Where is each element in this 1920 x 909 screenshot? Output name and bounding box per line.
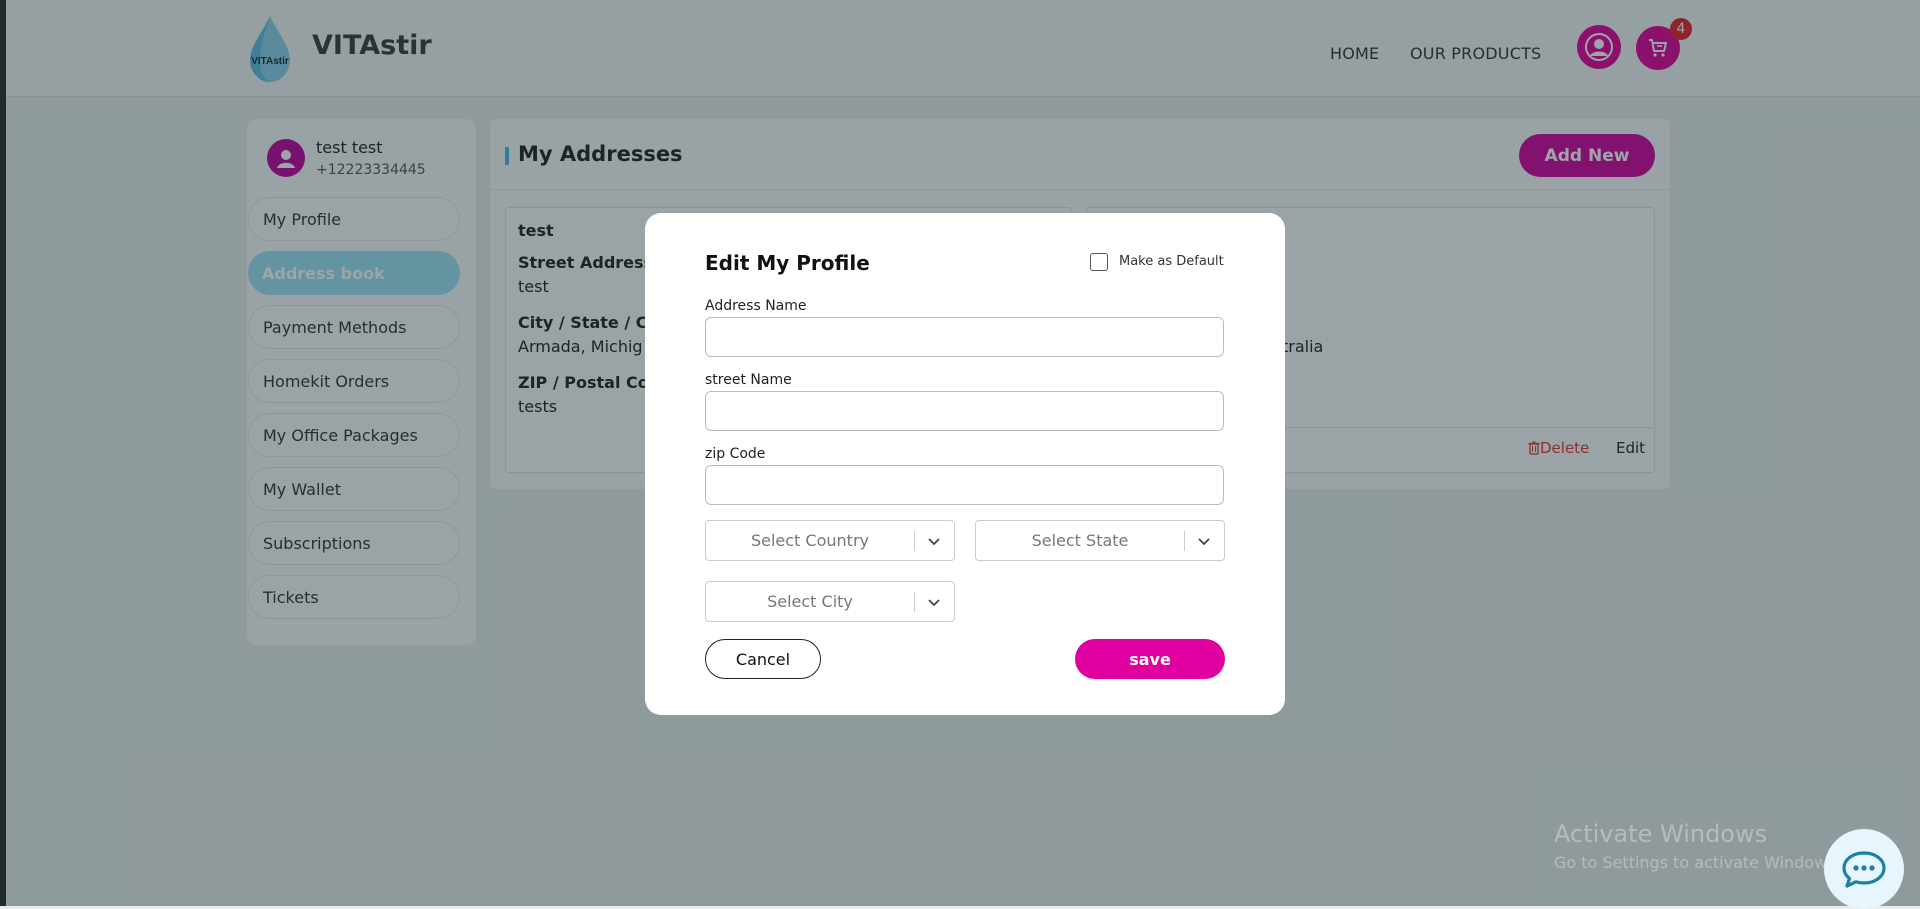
activation-watermark-subtitle: Go to Settings to activate Windows. bbox=[1554, 853, 1841, 872]
street-name-field[interactable] bbox=[705, 391, 1224, 431]
chevron-down-icon bbox=[1198, 538, 1210, 546]
make-default-checkbox[interactable] bbox=[1090, 253, 1108, 271]
zip-code-field[interactable] bbox=[705, 465, 1224, 505]
edit-address-dialog: Edit My Profile Make as Default Address … bbox=[645, 213, 1285, 715]
country-select[interactable]: Select Country bbox=[705, 520, 955, 561]
address-name-label: Address Name bbox=[705, 298, 807, 314]
chevron-down-icon bbox=[928, 538, 940, 546]
chat-bubble-icon bbox=[1842, 851, 1886, 888]
city-select[interactable]: Select City bbox=[705, 581, 955, 622]
activation-watermark-title: Activate Windows bbox=[1554, 820, 1768, 848]
make-default-label: Make as Default bbox=[1119, 254, 1224, 269]
select-separator bbox=[914, 592, 915, 612]
address-name-field[interactable] bbox=[705, 317, 1224, 357]
country-select-placeholder: Select Country bbox=[750, 531, 869, 550]
select-separator bbox=[1184, 531, 1185, 551]
save-button[interactable]: save bbox=[1075, 639, 1225, 679]
state-select-placeholder: Select State bbox=[1031, 531, 1129, 550]
street-name-label: street Name bbox=[705, 372, 792, 388]
state-select[interactable]: Select State bbox=[975, 520, 1225, 561]
cancel-button[interactable]: Cancel bbox=[705, 639, 821, 679]
chevron-down-icon bbox=[928, 599, 940, 607]
dialog-title: Edit My Profile bbox=[705, 251, 870, 275]
chat-support-button[interactable] bbox=[1824, 829, 1904, 909]
select-separator bbox=[914, 531, 915, 551]
city-select-placeholder: Select City bbox=[767, 592, 853, 611]
zip-code-label: zip Code bbox=[705, 446, 766, 462]
